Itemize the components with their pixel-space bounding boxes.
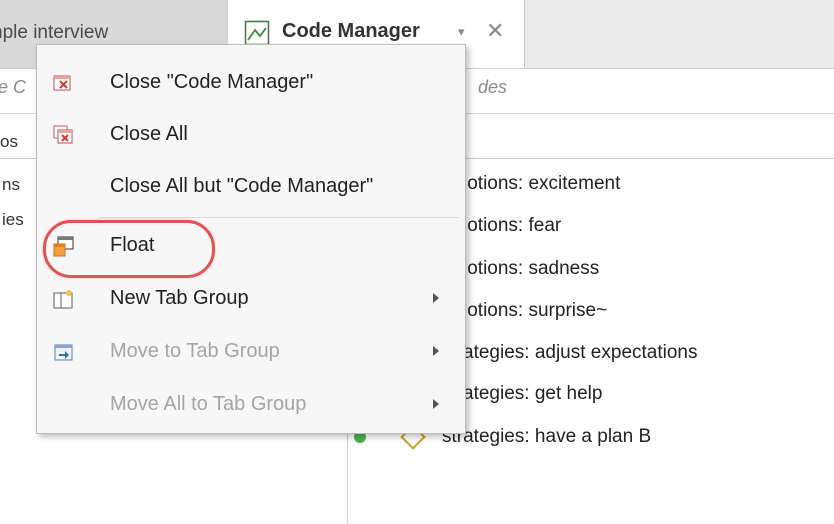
list-item[interactable]: ns	[2, 175, 20, 195]
submenu-arrow-icon	[433, 293, 439, 303]
menu-item-move-all-to-tab-group[interactable]: Move All to Tab Group	[37, 385, 465, 425]
close-all-icon	[53, 125, 73, 145]
menu-item-new-tab-group[interactable]: New Tab Group	[37, 279, 465, 319]
move-to-tab-group-icon	[53, 342, 73, 362]
menu-item-close-all-but[interactable]: Close All but "Code Manager"	[37, 167, 465, 207]
code-item[interactable]: lotions: sadness	[463, 258, 599, 280]
menu-item-label: Close "Code Manager"	[110, 71, 314, 93]
tab-label: Code Manager	[282, 20, 420, 42]
list-item[interactable]: ies	[2, 210, 24, 230]
menu-item-label: New Tab Group	[110, 287, 249, 309]
menu-item-move-to-tab-group[interactable]: Move to Tab Group	[37, 332, 465, 372]
submenu-arrow-icon	[433, 346, 439, 356]
left-column-header-label: os	[0, 132, 18, 151]
code-item[interactable]: ategies: get help	[463, 383, 602, 405]
close-window-icon	[53, 73, 73, 93]
search-input-codes[interactable]: des	[478, 77, 507, 98]
code-item[interactable]: ategies: adjust expectations	[463, 342, 698, 364]
menu-item-label: Move to Tab Group	[110, 340, 280, 362]
code-item[interactable]: lotions: surprise~	[463, 300, 607, 322]
search-input-left[interactable]: e C	[0, 77, 26, 98]
tab-close-icon[interactable]: ✕	[486, 18, 504, 44]
menu-item-label: Close All	[110, 123, 188, 145]
submenu-arrow-icon	[433, 399, 439, 409]
tab-label: nple interview	[0, 22, 109, 43]
menu-item-close-all[interactable]: Close All	[37, 115, 465, 155]
new-tab-group-icon	[53, 289, 73, 309]
menu-item-label: Move All to Tab Group	[110, 393, 307, 415]
code-item[interactable]: strategies: have a plan B	[442, 426, 651, 448]
menu-item-label: Close All but "Code Manager"	[110, 175, 374, 197]
tab-dropdown-icon[interactable]: ▾	[458, 24, 465, 40]
highlight-annotation-ring	[43, 220, 215, 278]
code-item[interactable]: lotions: fear	[463, 215, 561, 237]
code-item[interactable]: lotions: excitement	[463, 173, 620, 195]
menu-separator	[99, 217, 459, 218]
menu-item-close-current[interactable]: Close "Code Manager"	[37, 63, 465, 103]
